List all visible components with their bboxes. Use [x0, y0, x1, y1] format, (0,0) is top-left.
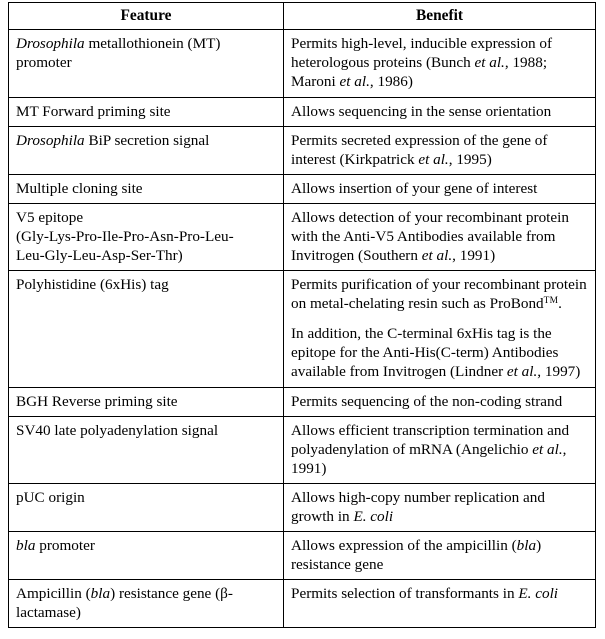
cell-benefit: Allows insertion of your gene of interes… — [283, 173, 596, 204]
cell-feature: V5 epitope (Gly-Lys-Pro-Ile-Pro-Asn-Pro-L… — [8, 202, 284, 272]
cell-benefit: Allows high-copy number replication and … — [283, 482, 596, 532]
feature-benefit-table: Feature Benefit Drosophila metallothione… — [8, 1, 596, 629]
table-body: Drosophila metallothionein (MT) promoter… — [8, 29, 596, 629]
benefit-text: , 1986) — [369, 73, 413, 91]
table-row: Multiple cloning site Allows insertion o… — [8, 173, 596, 204]
cell-feature: Drosophila BiP secretion signal — [8, 125, 284, 175]
table-row: Drosophila metallothionein (MT) promoter… — [8, 29, 596, 98]
citation-et-al: et al. — [532, 440, 563, 458]
table-row: Polyhistidine (6xHis) tag Permits purifi… — [8, 270, 596, 388]
feature-italic-term: Drosophila — [16, 35, 85, 53]
cell-feature: Ampicillin (bla) resistance gene (β-lact… — [8, 579, 284, 629]
table-row: Drosophila BiP secretion signal Permits … — [8, 125, 596, 175]
cell-benefit: Permits selection of transformants in E.… — [283, 579, 596, 629]
cell-benefit: Permits sequencing of the non-coding str… — [283, 386, 596, 417]
cell-feature: Polyhistidine (6xHis) tag — [8, 270, 284, 388]
cell-feature: pUC origin — [8, 482, 284, 532]
benefit-text: , 1995) — [448, 150, 492, 168]
feature-italic-term: bla — [16, 536, 36, 554]
cell-benefit: Allows detection of your recombinant pro… — [283, 202, 596, 272]
cell-benefit: Allows expression of the ampicillin (bla… — [283, 530, 596, 581]
cell-feature: BGH Reverse priming site — [8, 386, 284, 417]
column-header-feature: Feature — [8, 1, 284, 31]
table-header-row: Feature Benefit — [8, 1, 596, 31]
table-row: Ampicillin (bla) resistance gene (β-lact… — [8, 579, 596, 629]
cell-benefit: Permits secreted expression of the gene … — [283, 125, 596, 175]
benefit-text: , 1997) — [537, 363, 581, 381]
benefit-text: Allows expression of the ampicillin ( — [291, 536, 517, 554]
cell-feature: SV40 late polyadenylation signal — [8, 415, 284, 484]
benefit-paragraph-2: In addition, the C-terminal 6xHis tag is… — [291, 324, 588, 381]
benefit-text: Permits purification of your recombinant… — [291, 276, 587, 313]
cell-benefit: Permits high-level, inducible expression… — [283, 29, 596, 98]
table-header: Feature Benefit — [8, 1, 596, 31]
benefit-paragraph-1: Permits purification of your recombinant… — [291, 275, 588, 313]
table-row: BGH Reverse priming site Permits sequenc… — [8, 386, 596, 417]
organism-name: E. coli — [353, 507, 394, 525]
benefit-text: Allows efficient transcription terminati… — [291, 421, 570, 458]
epitope-sequence-line-1: (Gly-Lys-Pro-Ile-Pro-Asn-Pro-Leu- — [16, 227, 234, 245]
column-header-benefit: Benefit — [283, 1, 596, 31]
benefit-text: Permits selection of transformants in — [291, 585, 519, 603]
citation-et-al: et al. — [421, 247, 453, 265]
benefit-text: , 1991) — [452, 247, 496, 265]
table-row: bla promoter Allows expression of the am… — [8, 530, 596, 581]
cell-feature: Drosophila metallothionein (MT) promoter — [8, 29, 284, 98]
citation-et-al: et al. — [506, 363, 538, 381]
cell-benefit: Permits purification of your recombinant… — [283, 270, 596, 388]
feature-text: promoter — [35, 536, 95, 554]
table-row: SV40 late polyadenylation signal Allows … — [8, 415, 596, 484]
table-row: pUC origin Allows high-copy number repli… — [8, 482, 596, 532]
gene-name: bla — [516, 536, 537, 554]
benefit-text: . — [558, 295, 562, 313]
citation-et-al: et al. — [418, 150, 449, 168]
cell-feature: Multiple cloning site — [8, 173, 284, 204]
trademark-icon: TM — [543, 296, 559, 307]
citation-et-al: et al. — [339, 73, 370, 91]
table-row: V5 epitope (Gly-Lys-Pro-Ile-Pro-Asn-Pro-L… — [8, 202, 596, 272]
feature-italic-term: Drosophila — [16, 131, 85, 149]
table-row: MT Forward priming site Allows sequencin… — [8, 96, 596, 127]
epitope-name: V5 epitope — [16, 208, 84, 226]
cell-feature: bla promoter — [8, 530, 284, 581]
cell-feature: MT Forward priming site — [8, 96, 284, 127]
epitope-sequence-line-2: Leu-Gly-Leu-Asp-Ser-Thr) — [16, 247, 183, 265]
feature-text: Ampicillin ( — [16, 585, 91, 603]
document-page: Feature Benefit Drosophila metallothione… — [0, 0, 605, 639]
organism-name: E. coli — [518, 585, 559, 603]
benefit-text: Allows high-copy number replication and … — [291, 488, 545, 525]
citation-et-al: et al. — [474, 54, 505, 72]
cell-benefit: Allows sequencing in the sense orientati… — [283, 96, 596, 127]
gene-name: bla — [90, 585, 111, 603]
feature-text: BiP secretion signal — [84, 131, 210, 149]
cell-benefit: Allows efficient transcription terminati… — [283, 415, 596, 484]
